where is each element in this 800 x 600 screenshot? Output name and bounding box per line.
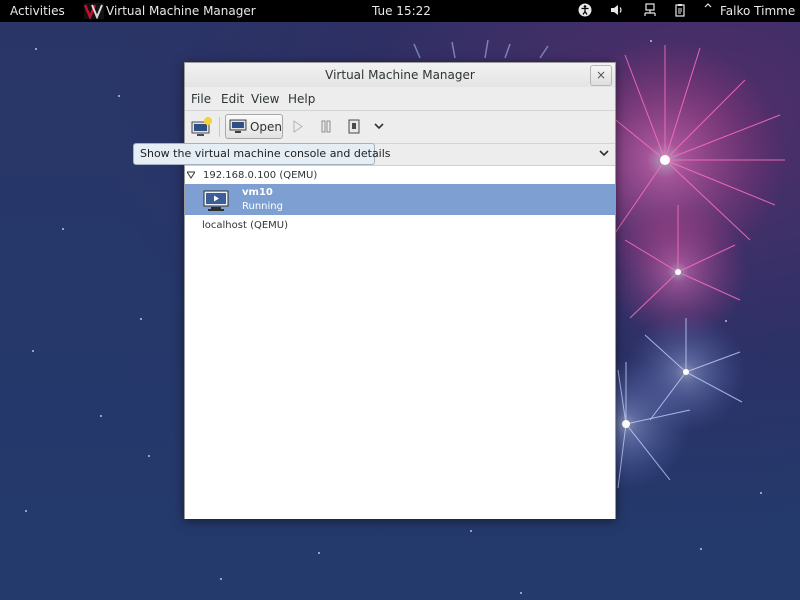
app-menu-label: Virtual Machine Manager: [106, 4, 256, 18]
close-button[interactable]: ×: [590, 65, 612, 86]
open-button-tooltip: Show the virtual machine console and det…: [133, 143, 391, 165]
run-button[interactable]: [291, 114, 305, 139]
accessibility-icon[interactable]: [578, 3, 592, 17]
menu-help[interactable]: Help: [288, 92, 315, 106]
top-panel: Activities Virtual Machine Manager Tue 1…: [0, 0, 800, 22]
shutdown-menu-chevron-down-icon[interactable]: [373, 114, 385, 139]
connection-label[interactable]: localhost (QEMU): [202, 220, 288, 231]
clipboard-icon[interactable]: [673, 3, 687, 17]
expander-triangle-icon[interactable]: [187, 171, 195, 179]
open-button[interactable]: Open: [225, 114, 283, 139]
shutdown-button[interactable]: [347, 114, 361, 139]
network-icon[interactable]: [643, 3, 657, 17]
chevron-down-icon[interactable]: [599, 148, 609, 158]
vm-monitor-icon: [203, 190, 229, 211]
pause-button[interactable]: [319, 114, 333, 139]
user-menu[interactable]: Falko Timme: [720, 4, 795, 18]
new-vm-button[interactable]: [190, 114, 214, 139]
virt-manager-logo-icon: [84, 3, 104, 19]
menu-file[interactable]: File: [191, 92, 211, 106]
vm-list: 192.168.0.100 (QEMU) vm10 Running localh…: [185, 165, 615, 519]
clock[interactable]: Tue 15:22: [372, 4, 431, 18]
app-menu[interactable]: Virtual Machine Manager: [84, 3, 256, 19]
menu-edit[interactable]: Edit: [221, 92, 244, 106]
chevron-icon: [704, 3, 712, 8]
menu-view[interactable]: View: [251, 92, 279, 106]
connection-row[interactable]: 192.168.0.100 (QEMU): [185, 168, 615, 184]
toolbar: Open: [185, 110, 615, 143]
open-button-label: Open: [249, 119, 282, 134]
activities-button[interactable]: Activities: [10, 4, 65, 18]
vm-status: Running: [242, 201, 283, 212]
window-title: Virtual Machine Manager: [325, 68, 475, 82]
vm-name: vm10: [242, 187, 273, 198]
volume-icon[interactable]: [610, 3, 624, 17]
toolbar-separator: [219, 117, 220, 137]
vm-row[interactable]: vm10 Running: [185, 184, 615, 215]
connection-label: 192.168.0.100 (QEMU): [203, 170, 318, 181]
menubar: File Edit View Help: [185, 89, 615, 109]
monitor-icon: [229, 119, 247, 133]
window-titlebar[interactable]: Virtual Machine Manager ×: [185, 63, 615, 87]
virt-manager-window: Virtual Machine Manager × File Edit View…: [184, 62, 616, 519]
